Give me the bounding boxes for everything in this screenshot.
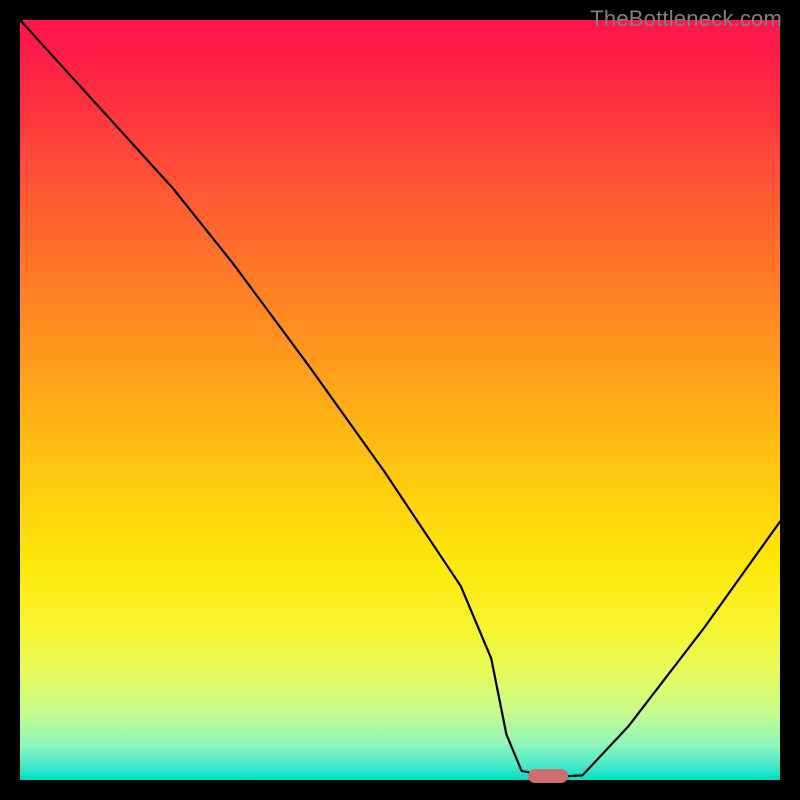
bottleneck-curve xyxy=(20,20,780,780)
curve-path xyxy=(20,20,780,777)
optimal-marker xyxy=(528,769,568,783)
watermark-text: TheBottleneck.com xyxy=(590,6,782,32)
chart-area xyxy=(20,20,780,780)
